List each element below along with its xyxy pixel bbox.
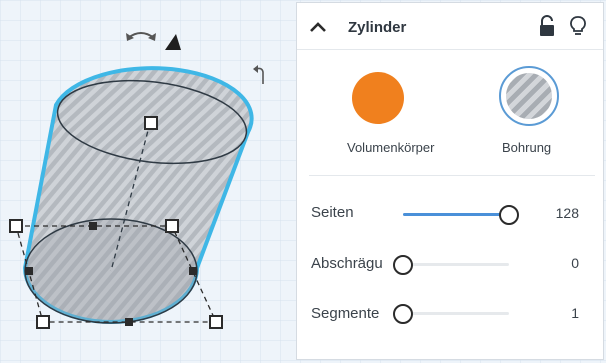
collapse-chevron-icon[interactable]: [307, 17, 329, 37]
slider-knob-abschraegung[interactable]: [393, 255, 413, 275]
param-label-abschraegung: Abschrägu: [311, 255, 383, 272]
param-label-seiten: Seiten: [311, 204, 354, 221]
divider: [309, 175, 595, 176]
slider-track-abschraegung[interactable]: [403, 263, 509, 266]
slider-track-seiten[interactable]: [403, 213, 509, 216]
height-handle[interactable]: [144, 116, 158, 130]
corner-handle[interactable]: [209, 315, 223, 329]
shape-inspector-panel: Zylinder Volumenkörper Bohrung Seiten 12…: [296, 2, 604, 360]
lock-icon[interactable]: [537, 15, 557, 37]
corner-handle[interactable]: [165, 219, 179, 233]
edge-handle[interactable]: [25, 267, 33, 275]
param-label-segmente: Segmente: [311, 305, 380, 322]
param-value-abschraegung: 0: [571, 255, 579, 271]
slider-knob-segmente[interactable]: [393, 304, 413, 324]
edge-handle[interactable]: [189, 267, 197, 275]
edge-handle[interactable]: [89, 222, 97, 230]
corner-handle[interactable]: [9, 219, 23, 233]
slider-knob-seiten[interactable]: [499, 205, 519, 225]
shape-title: Zylinder: [348, 19, 407, 36]
edge-handle[interactable]: [125, 318, 133, 326]
slider-track-segmente[interactable]: [403, 312, 509, 315]
lightbulb-icon[interactable]: [569, 15, 587, 37]
hole-pattern: [506, 73, 552, 119]
slider-fill-seiten: [403, 213, 509, 216]
hole-label: Bohrung: [502, 140, 552, 155]
param-value-seiten: 128: [555, 205, 579, 221]
hole-swatch[interactable]: [499, 66, 559, 126]
param-value-segmente: 1: [571, 305, 579, 321]
solid-swatch[interactable]: [352, 72, 404, 124]
solid-label: Volumenkörper: [347, 140, 435, 155]
corner-handle[interactable]: [36, 315, 50, 329]
panel-header: Zylinder: [297, 3, 603, 50]
